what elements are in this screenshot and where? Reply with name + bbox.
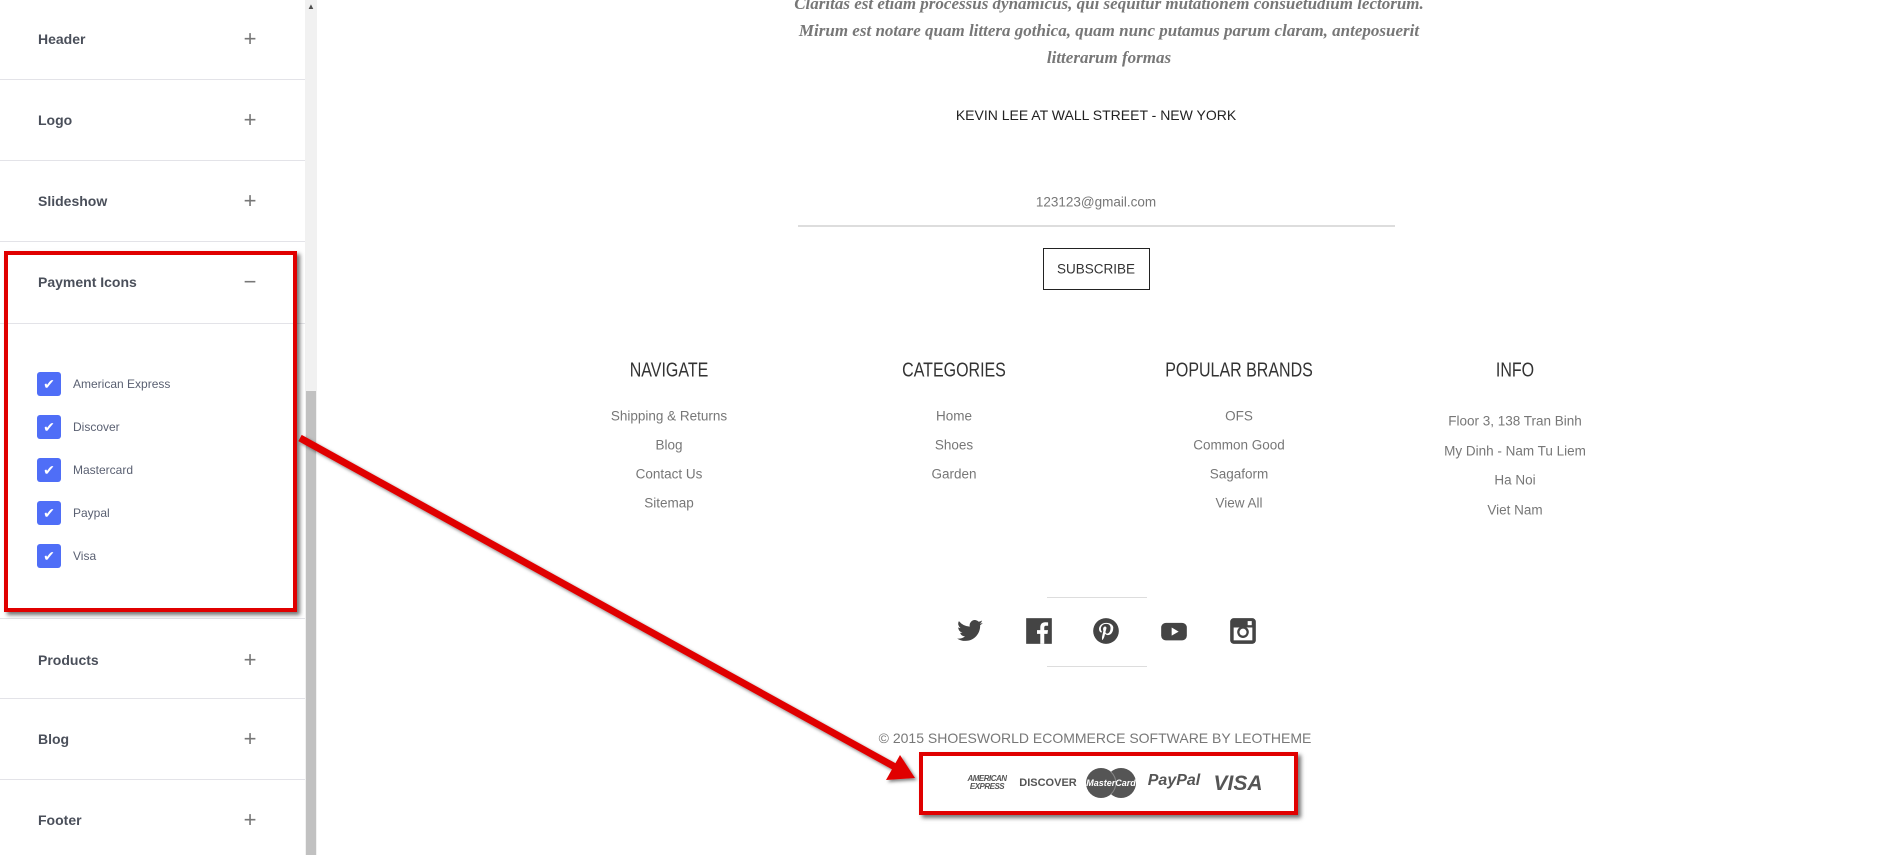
annotation-arrow [298,434,915,780]
